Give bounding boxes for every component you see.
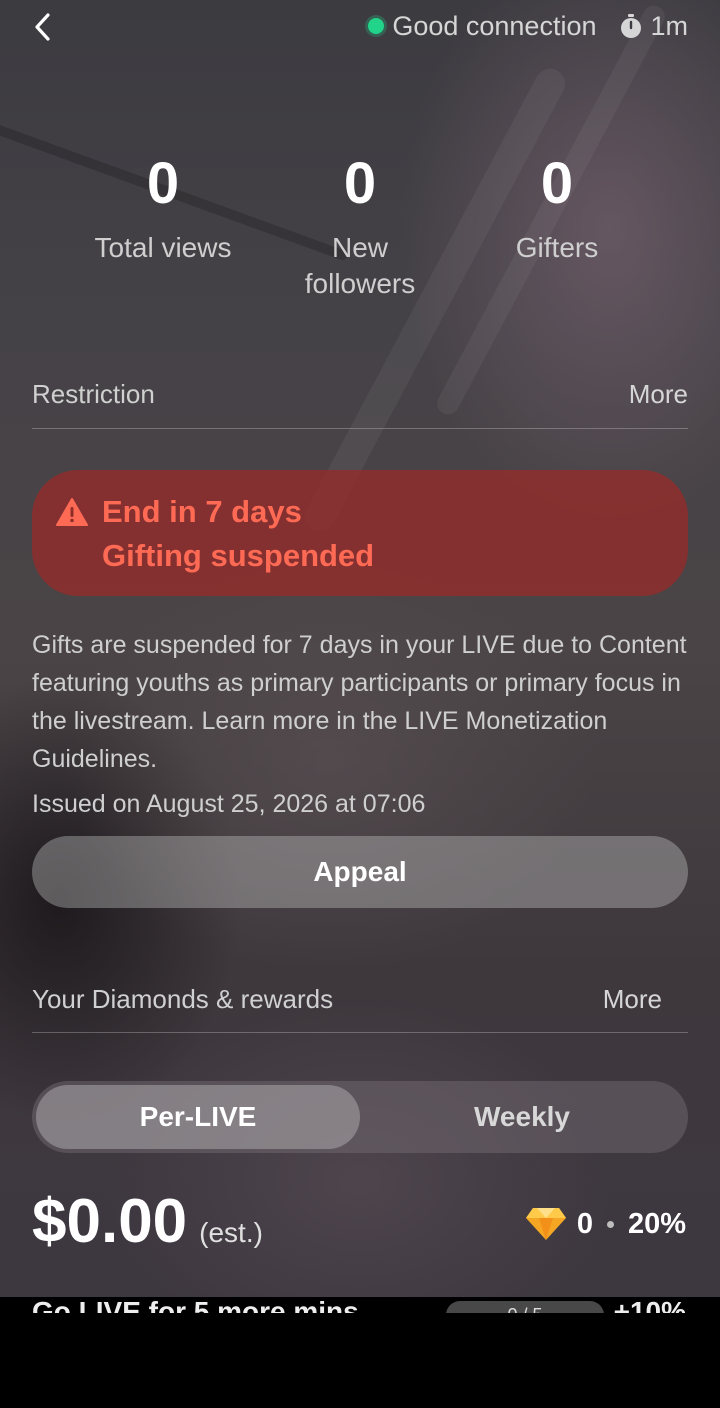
diamond-summary: 0 20% [525, 1204, 686, 1244]
divider [32, 1032, 688, 1033]
issued-date: Issued on August 25, 2026 at 07:06 [32, 790, 426, 818]
diamond-count: 0 [576, 1207, 593, 1240]
diamond-percent: 20% [627, 1207, 686, 1240]
restriction-title: Restriction [32, 378, 155, 409]
diamond-icon [525, 1208, 566, 1240]
stat-gifters: 0 Gifters [447, 152, 667, 266]
bottom-bar [0, 1313, 720, 1408]
connection-status: Good connection 1m [368, 8, 688, 44]
connection-dot-icon [368, 18, 385, 34]
restriction-more-link[interactable]: More [629, 379, 688, 410]
live-summary-screen: Good connection 1m 0 Total views 0 New f… [0, 0, 720, 1297]
tab-per-live[interactable]: Per-LIVE [36, 1085, 360, 1149]
stopwatch-icon [621, 14, 642, 38]
chevron-left-icon [35, 13, 50, 41]
timer-text: 1m [650, 10, 688, 41]
separator-dot [606, 1220, 614, 1228]
connection-text: Good connection [392, 10, 597, 41]
task-text: Go LIVE for 5 more mins [32, 1297, 359, 1313]
tab-weekly[interactable]: Weekly [360, 1085, 684, 1149]
restriction-alert: End in 7 days Gifting suspended [32, 470, 688, 596]
earnings-suffix: (est.) [199, 1217, 263, 1248]
alert-title: End in 7 days [102, 494, 302, 529]
warning-icon [56, 498, 88, 526]
rewards-title: Your Diamonds & rewards [32, 983, 334, 1014]
period-toggle: Per-LIVE Weekly [32, 1081, 688, 1153]
task-bonus: +10% [613, 1297, 686, 1313]
back-button[interactable] [28, 10, 56, 44]
appeal-button[interactable]: Appeal [32, 836, 688, 908]
stat-total-views: 0 Total views [53, 152, 273, 266]
stat-value: 0 [540, 151, 574, 216]
stat-label: New followers [304, 232, 416, 299]
stat-label: Total views [94, 232, 232, 263]
clipped-task-row: Go LIVE for 5 more mins 0 / 5 +10% [32, 1297, 692, 1313]
restriction-description: Gifts are suspended for 7 days in your L… [32, 631, 687, 773]
alert-subtitle: Gifting suspended [102, 538, 375, 573]
rewards-more-link[interactable]: More [603, 984, 662, 1015]
stat-value: 0 [146, 151, 180, 216]
stat-new-followers: 0 New followers [250, 152, 470, 302]
task-progress: 0 / 5 [446, 1301, 604, 1313]
rewards-header: Your Diamonds & rewards More [32, 975, 688, 1023]
estimated-earnings: $0.00 (est.) [32, 1186, 263, 1258]
earnings-amount: $0.00 [32, 1187, 188, 1256]
stat-label: Gifters [515, 232, 599, 263]
restriction-header: Restriction More [32, 370, 688, 418]
stat-value: 0 [343, 151, 377, 216]
divider [32, 428, 688, 429]
